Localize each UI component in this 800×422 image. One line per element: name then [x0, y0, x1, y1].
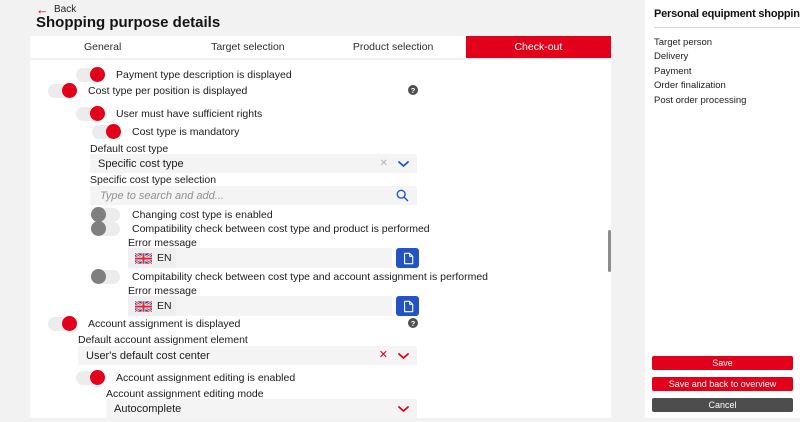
- toggle-knob: [90, 67, 105, 82]
- toggle-row-account-editing: Account assignment editing is enabled: [76, 370, 295, 385]
- translations-icon: [402, 300, 414, 313]
- toggle-knob: [91, 221, 106, 236]
- tab-general[interactable]: General: [30, 36, 175, 58]
- search-input[interactable]: [98, 189, 396, 203]
- toggle-label: Cost type per position is displayed: [88, 85, 247, 97]
- toggle-label: Account assignment editing is enabled: [116, 372, 295, 384]
- error-message-input[interactable]: [176, 296, 392, 316]
- uk-flag-icon: [135, 253, 152, 264]
- content-scrollbar[interactable]: [608, 230, 611, 272]
- cancel-button[interactable]: Cancel: [652, 398, 793, 412]
- account-editing-mode-select[interactable]: Autocomplete: [106, 399, 417, 418]
- help-icon[interactable]: ?: [408, 85, 418, 95]
- language-code: EN: [157, 252, 172, 264]
- toggle-knob: [62, 316, 77, 331]
- toggle-knob: [106, 124, 121, 139]
- language-chip[interactable]: EN: [128, 296, 179, 316]
- uk-flag-icon: [135, 301, 152, 312]
- language-chip[interactable]: EN: [128, 248, 179, 268]
- sidebar-item-delivery[interactable]: Delivery: [654, 50, 800, 65]
- help-icon[interactable]: ?: [408, 318, 418, 328]
- toggle-row-changing-cost-type: Changing cost type is enabled: [92, 207, 273, 222]
- save-and-back-button[interactable]: Save and back to overview: [652, 377, 793, 391]
- clear-icon[interactable]: ✕: [379, 350, 388, 361]
- toggle-label: Compitability check between cost type an…: [132, 271, 488, 283]
- cost-type-search-field: [90, 186, 417, 205]
- toggle-knob: [91, 269, 106, 284]
- compat-account-toggle[interactable]: [92, 270, 120, 284]
- toggle-label: Changing cost type is enabled: [132, 209, 273, 221]
- account-assignment-toggle[interactable]: [48, 317, 76, 331]
- cost-type-position-toggle[interactable]: [48, 84, 76, 98]
- tab-check-out[interactable]: Check-out: [466, 36, 611, 58]
- toggle-label: Payment type description is displayed: [116, 69, 292, 81]
- changing-cost-type-toggle[interactable]: [92, 208, 120, 222]
- sidebar-item-target-person[interactable]: Target person: [654, 35, 800, 50]
- error-message-input[interactable]: [176, 248, 392, 268]
- select-value: User's default cost center: [86, 350, 379, 362]
- sidebar-item-order-finalization[interactable]: Order finalization: [654, 79, 800, 94]
- toggle-row-account-assignment: Account assignment is displayed: [48, 316, 240, 331]
- sidebar-item-post-order-processing[interactable]: Post order processing: [654, 93, 800, 108]
- sidebar-nav: Target person Delivery Payment Order fin…: [654, 35, 800, 108]
- default-account-element-label: Default account assignment element: [78, 334, 248, 346]
- toggle-label: User must have sufficient rights: [116, 108, 262, 120]
- search-icon[interactable]: [396, 189, 409, 202]
- specific-cost-type-label: Specific cost type selection: [90, 174, 216, 186]
- toggle-knob: [91, 207, 106, 222]
- sidebar: Personal equipment shopping Target perso…: [645, 0, 800, 418]
- toggle-knob: [90, 370, 105, 385]
- checkout-settings-panel: Payment type description is displayed Co…: [30, 60, 611, 418]
- toggle-row-compat-account: Compitability check between cost type an…: [92, 269, 488, 284]
- back-arrow-icon: ←: [36, 5, 49, 15]
- page-title: Shopping purpose details: [36, 14, 220, 31]
- translations-icon: [402, 252, 414, 265]
- select-value: Autocomplete: [114, 403, 398, 415]
- default-cost-type-select[interactable]: Specific cost type ✕: [90, 154, 417, 173]
- select-value: Specific cost type: [98, 158, 380, 170]
- toggle-row-cost-type-mandatory: Cost type is mandatory: [92, 124, 239, 139]
- tab-product-selection[interactable]: Product selection: [321, 36, 466, 58]
- tabbar: General Target selection Product selecti…: [30, 36, 611, 58]
- payment-desc-toggle[interactable]: [76, 68, 104, 82]
- account-editing-toggle[interactable]: [76, 371, 104, 385]
- toggle-row-payment-desc: Payment type description is displayed: [76, 67, 292, 82]
- sidebar-title: Personal equipment shopping: [654, 0, 800, 28]
- toggle-row-compat-product: Compatibility check between cost type an…: [92, 221, 430, 236]
- tab-target-selection[interactable]: Target selection: [175, 36, 320, 58]
- translations-button[interactable]: [396, 248, 419, 268]
- chevron-down-icon[interactable]: [398, 161, 409, 167]
- clear-icon[interactable]: ✕: [380, 159, 388, 169]
- translations-button[interactable]: [396, 296, 419, 316]
- toggle-row-sufficient-rights: User must have sufficient rights: [76, 106, 262, 121]
- toggle-row-cost-type-position: Cost type per position is displayed: [48, 83, 247, 98]
- sidebar-item-payment[interactable]: Payment: [654, 64, 800, 79]
- save-button[interactable]: Save: [652, 356, 793, 370]
- sufficient-rights-toggle[interactable]: [76, 107, 104, 121]
- toggle-label: Cost type is mandatory: [132, 126, 239, 138]
- compat-product-toggle[interactable]: [92, 222, 120, 236]
- shopping-purpose-details-page: ← Back Shopping purpose details General …: [0, 0, 800, 422]
- toggle-label: Account assignment is displayed: [88, 318, 240, 330]
- language-code: EN: [157, 300, 172, 312]
- toggle-label: Compatibility check between cost type an…: [132, 223, 430, 235]
- toggle-knob: [90, 106, 105, 121]
- cost-type-mandatory-toggle[interactable]: [92, 125, 120, 139]
- chevron-down-icon[interactable]: [398, 353, 409, 359]
- chevron-down-icon[interactable]: [398, 406, 409, 412]
- default-account-element-select[interactable]: User's default cost center ✕: [78, 346, 417, 365]
- toggle-knob: [62, 83, 77, 98]
